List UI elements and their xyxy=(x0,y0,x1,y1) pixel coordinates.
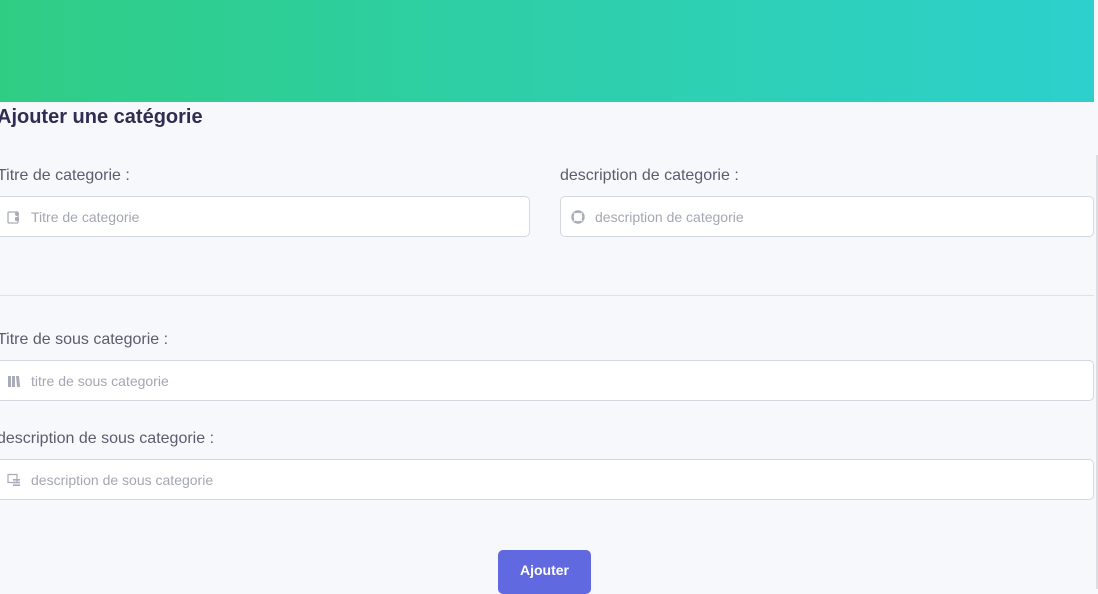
books-icon xyxy=(6,373,22,389)
list-window-icon xyxy=(6,472,22,488)
subcategory-title-field[interactable] xyxy=(0,360,1094,401)
subcategory-description-label: description de sous categorie : xyxy=(0,430,215,447)
category-description-field[interactable] xyxy=(560,196,1094,237)
subcategory-title-label: Titre de sous categorie : xyxy=(0,331,169,348)
ajouter-button[interactable]: Ajouter xyxy=(498,550,591,594)
subcategory-description-input[interactable] xyxy=(31,460,1093,499)
section-divider xyxy=(0,295,1094,296)
category-description-label: description de categorie : xyxy=(560,167,739,184)
header-banner xyxy=(0,0,1094,102)
lifebuoy-icon xyxy=(570,209,586,225)
category-title-label: Titre de categorie : xyxy=(0,167,130,184)
subcategory-description-field[interactable] xyxy=(0,459,1094,500)
contact-card-icon xyxy=(6,209,22,225)
category-title-input[interactable] xyxy=(31,197,529,236)
page-title: Ajouter une catégorie xyxy=(0,106,203,128)
category-title-field[interactable] xyxy=(0,196,530,237)
subcategory-title-input[interactable] xyxy=(31,361,1093,400)
category-description-input[interactable] xyxy=(595,197,1093,236)
